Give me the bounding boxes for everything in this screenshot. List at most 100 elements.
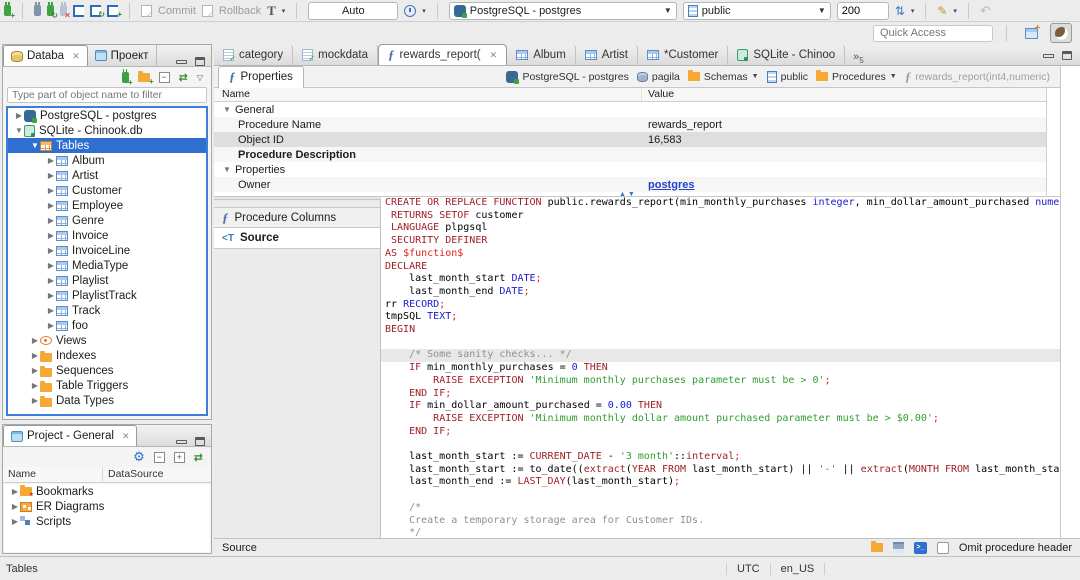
tree-item-foo[interactable]: ▶ foo [8, 318, 206, 333]
tab-project-general[interactable]: Project - General ✕ [3, 425, 138, 446]
editor-tab-artist[interactable]: Artist [576, 44, 638, 65]
chevron-down-icon[interactable]: ▼ [890, 73, 897, 80]
tab-database-navigator[interactable]: Databa ✕ [3, 45, 88, 66]
tree-expander-icon[interactable]: ▶ [46, 321, 56, 330]
transaction-mode-icon[interactable]: T [267, 3, 276, 19]
tree-item-tables[interactable]: ▼ Tables [8, 138, 206, 153]
tree-item-sqlite-chinook-db[interactable]: ▼ SQLite - Chinook.db [8, 123, 206, 138]
minimize-icon[interactable] [176, 59, 187, 64]
column-name[interactable]: Name [3, 467, 103, 482]
tree-item-mediatype[interactable]: ▶ MediaType [8, 258, 206, 273]
maximize-icon[interactable] [195, 57, 205, 66]
tree-item-artist[interactable]: ▶ Artist [8, 168, 206, 183]
tree-item-customer[interactable]: ▶ Customer [8, 183, 206, 198]
refresh-caret[interactable]: ▾ [911, 7, 915, 15]
tree-expander-icon[interactable]: ▶ [30, 366, 40, 375]
tree-expander-icon[interactable]: ▶ [10, 487, 20, 496]
view-menu-icon[interactable]: ▽ [197, 73, 203, 82]
tree-expander-icon[interactable]: ▶ [46, 156, 56, 165]
project-item-scripts[interactable]: ▶ Scripts [4, 514, 210, 529]
breadcrumb-item-public[interactable]: public [766, 70, 808, 83]
rollback-button[interactable]: Rollback [219, 5, 261, 17]
editor-tab-mockdata[interactable]: mockdata [293, 44, 378, 65]
breadcrumb-item-rewards-report-int4-numeric-[interactable]: ƒ rewards_report(int4,numeric) [905, 70, 1050, 83]
tree-expander-icon[interactable]: ▶ [46, 261, 56, 270]
save-to-file-icon[interactable] [892, 542, 904, 553]
fetch-size-input[interactable] [836, 1, 889, 20]
tree-expander-icon[interactable]: ▶ [30, 396, 40, 405]
minimize-icon[interactable] [1043, 53, 1054, 58]
tree-expander-icon[interactable]: ▶ [46, 246, 56, 255]
minimize-icon[interactable] [176, 439, 187, 444]
property-row-object-id[interactable]: Object ID 16,583 [214, 132, 1046, 147]
tree-item-table-triggers[interactable]: ▶ Table Triggers [8, 378, 206, 393]
editor-tab-rewards-report-[interactable]: ƒ rewards_report(✕ [377, 44, 508, 65]
property-row-owner[interactable]: Owner postgres [214, 177, 1046, 192]
sql-editor-recent-icon[interactable] [90, 4, 105, 19]
rollback-icon[interactable] [201, 4, 214, 19]
new-sql-editor-icon[interactable] [107, 4, 122, 19]
transaction-log-icon[interactable] [404, 4, 417, 17]
tree-expander-icon[interactable]: ▶ [46, 276, 56, 285]
maximize-icon[interactable] [195, 437, 205, 446]
tree-expander-icon[interactable]: ▶ [30, 351, 40, 360]
quick-access-input[interactable] [873, 24, 993, 42]
column-datasource[interactable]: DataSource [103, 467, 168, 482]
property-row-properties[interactable]: ▼ Properties [214, 162, 1046, 177]
tree-item-sequences[interactable]: ▶ Sequences [8, 363, 206, 378]
connect-icon[interactable] [34, 2, 41, 16]
tree-expander-icon[interactable]: ▶ [46, 171, 56, 180]
project-item-bookmarks[interactable]: ▶ Bookmarks [4, 484, 210, 499]
tree-expander-icon[interactable]: ▶ [30, 381, 40, 390]
editor-tab-category[interactable]: category [214, 44, 294, 65]
new-connection-icon[interactable] [4, 2, 15, 20]
transaction-dropdown-caret[interactable]: ▾ [282, 7, 286, 15]
object-filter-input[interactable] [7, 87, 207, 103]
property-row-procedure-name[interactable]: Procedure Name rewards_report [214, 117, 1046, 132]
tab-properties[interactable]: ƒ Properties [218, 65, 304, 88]
breadcrumb-item-postgresql-postgres[interactable]: PostgreSQL - postgres [506, 70, 629, 84]
tree-item-postgresql-postgres[interactable]: ▶ PostgreSQL - postgres [8, 108, 206, 123]
editor-overview-ruler[interactable] [1060, 66, 1080, 556]
tree-item-track[interactable]: ▶ Track [8, 303, 206, 318]
breadcrumb-item-procedures[interactable]: Procedures ▼ [816, 70, 897, 83]
tree-expander-icon[interactable]: ▶ [46, 291, 56, 300]
editor-tab--customer[interactable]: *Customer [638, 44, 729, 65]
gear-icon[interactable]: ⚙ [133, 449, 145, 465]
tab-source[interactable]: <T Source [214, 228, 380, 249]
tree-expander-icon[interactable]: ▶ [46, 306, 56, 315]
tree-item-indexes[interactable]: ▶ Indexes [8, 348, 206, 363]
tree-item-playlisttrack[interactable]: ▶ PlaylistTrack [8, 288, 206, 303]
breadcrumb-item-pagila[interactable]: pagila [636, 71, 680, 83]
commit-mode-combo[interactable]: Auto [308, 1, 399, 20]
tree-expander-icon[interactable]: ▶ [46, 201, 56, 210]
status-locale[interactable]: en_US [771, 562, 826, 575]
property-value-link[interactable]: postgres [648, 179, 694, 191]
chevron-down-icon[interactable]: ▼ [752, 73, 759, 80]
tab-procedure-columns[interactable]: ƒ Procedure Columns [214, 207, 380, 228]
tree-expander-icon[interactable]: ▶ [46, 216, 56, 225]
tree-item-playlist[interactable]: ▶ Playlist [8, 273, 206, 288]
commit-button[interactable]: Commit [158, 5, 196, 17]
collapse-all-icon[interactable]: − [158, 71, 170, 83]
tree-expander-icon[interactable]: ▼ [14, 126, 24, 135]
tree-item-invoice[interactable]: ▶ Invoice [8, 228, 206, 243]
collapse-all-icon[interactable]: − [153, 451, 165, 463]
link-editor-icon[interactable]: ⇄ [179, 71, 188, 84]
reconnect-icon[interactable] [47, 2, 58, 20]
tab-projects[interactable]: Проект [88, 45, 157, 66]
group-expander-icon[interactable]: ▼ [222, 165, 232, 174]
expand-all-icon[interactable]: + [173, 451, 185, 463]
group-expander-icon[interactable]: ▼ [222, 105, 232, 114]
source-code-editor[interactable]: CREATE OR REPLACE FUNCTION public.reward… [381, 197, 1060, 538]
editor-tab-album[interactable]: Album [507, 44, 576, 65]
maximize-icon[interactable] [1062, 51, 1072, 60]
tree-item-genre[interactable]: ▶ Genre [8, 213, 206, 228]
tree-item-data-types[interactable]: ▶ Data Types [8, 393, 206, 408]
active-schema-combo[interactable]: public ▼ [682, 1, 831, 20]
tree-item-album[interactable]: ▶ Album [8, 153, 206, 168]
link-editor-icon[interactable]: ⇄ [194, 451, 203, 464]
sql-editor-icon[interactable] [73, 4, 84, 17]
active-connection-combo[interactable]: PostgreSQL - postgres ▼ [448, 1, 677, 20]
tree-expander-icon[interactable]: ▶ [46, 186, 56, 195]
